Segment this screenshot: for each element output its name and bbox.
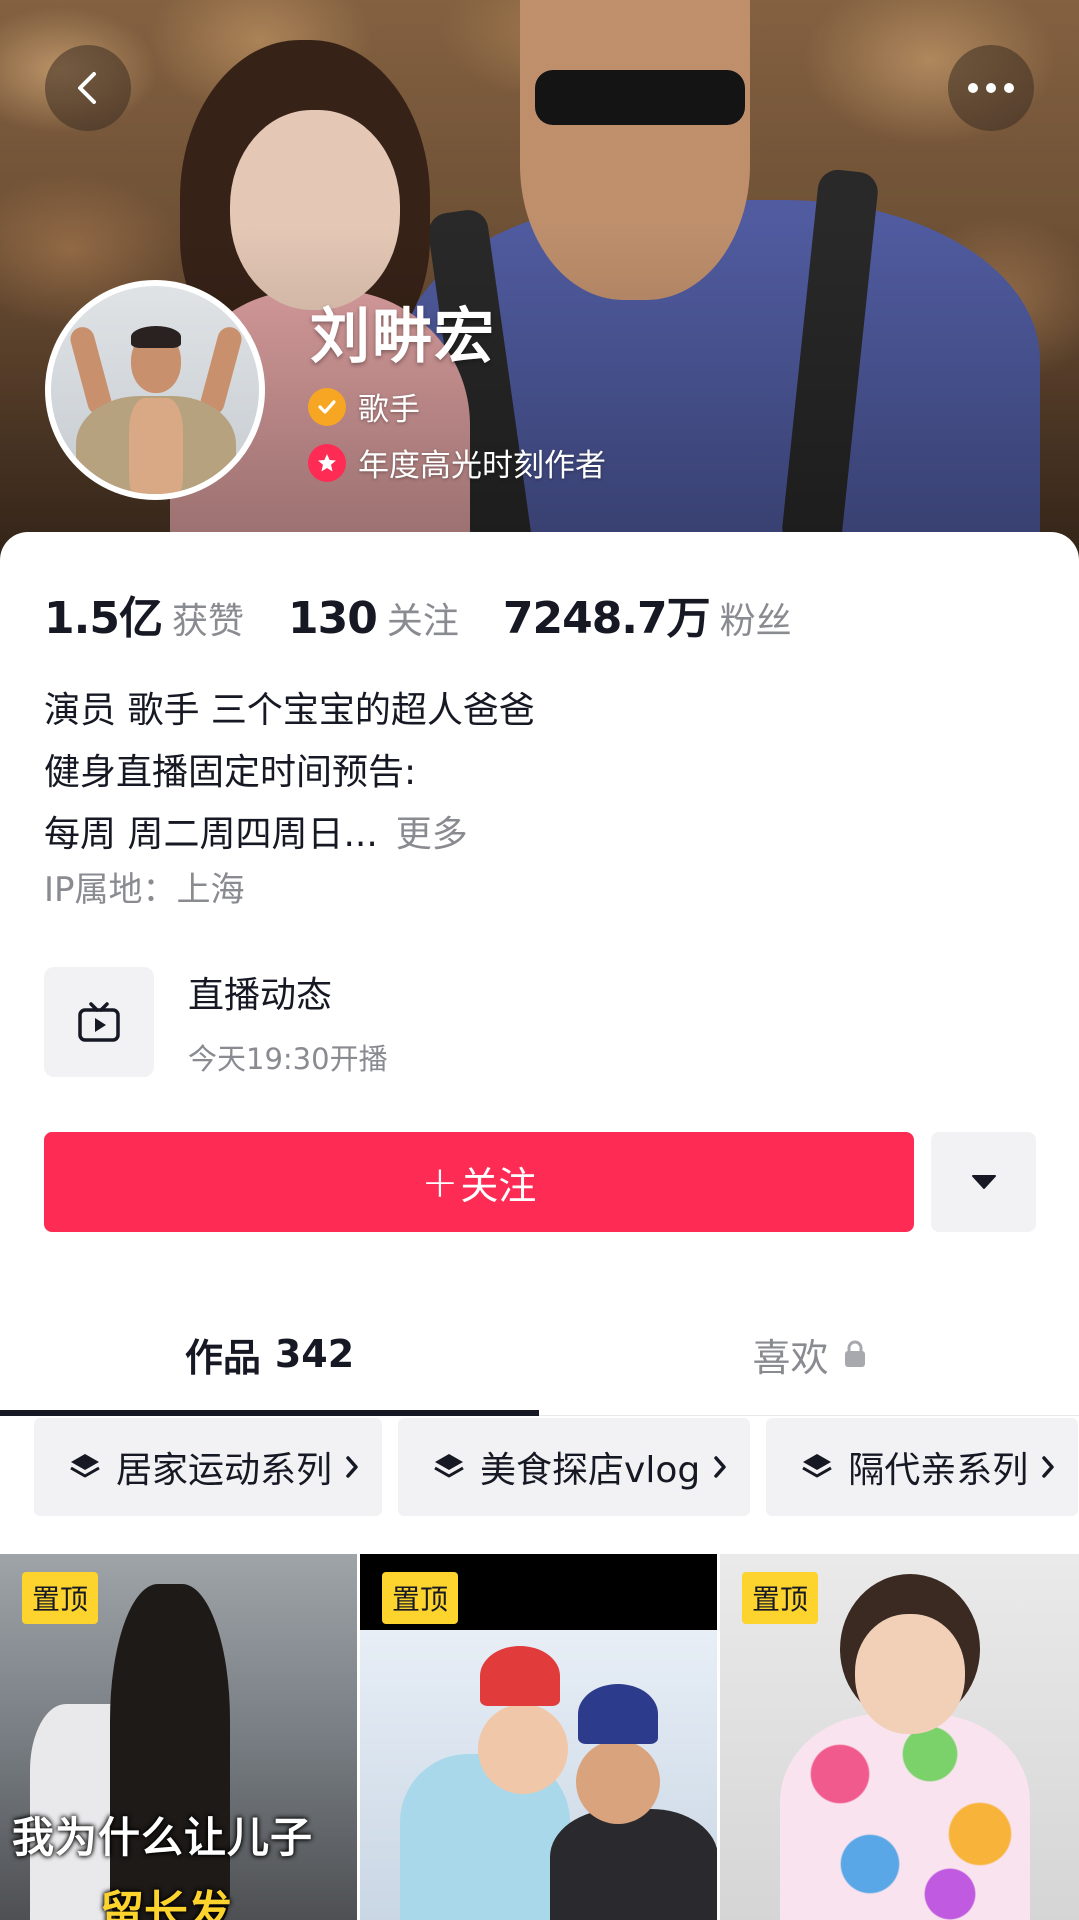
live-text: 直播动态 今天19:30开播 — [188, 966, 388, 1078]
tab-likes[interactable]: 喜欢 — [540, 1292, 1079, 1416]
collection-chip[interactable]: 隔代亲系列 — [766, 1418, 1079, 1516]
plus-icon: + — [421, 1156, 459, 1208]
lock-icon — [843, 1339, 867, 1369]
ip-location: IP属地：上海 — [44, 870, 245, 910]
honor-tag-text: 年度高光时刻作者 — [358, 448, 606, 484]
pinned-badge: 置顶 — [382, 1572, 459, 1624]
avatar-photo-hair — [131, 326, 181, 348]
profile-tabs: 作品 342 喜欢 — [0, 1292, 1079, 1416]
thumbnail-photo — [855, 1614, 965, 1734]
avatar-photo-chest — [129, 398, 183, 494]
live-title: 直播动态 — [188, 975, 333, 1016]
collection-chip-label: 美食探店vlog — [480, 1450, 701, 1491]
tab-works-label: 作品 — [184, 1335, 261, 1380]
video-thumbnail[interactable]: 置顶 — [360, 1554, 717, 1920]
bio-more-link[interactable]: 更多 — [396, 814, 468, 855]
thumbnail-photo — [576, 1740, 660, 1824]
thumbnail-photo — [550, 1809, 717, 1920]
live-icon-box — [44, 967, 154, 1077]
video-caption: 我为什么让儿子 — [12, 1813, 314, 1862]
collection-chips: 居家运动系列 美食探店vlog 隔代亲系列 — [34, 1418, 1079, 1518]
video-thumbnail[interactable]: 置顶 — [720, 1554, 1079, 1920]
thumbnail-photo — [780, 1714, 1030, 1920]
bio-line: 健身直播固定时间预告: — [44, 752, 417, 793]
chevron-right-icon — [712, 1454, 728, 1480]
video-grid: 置顶 我为什么让儿子 留长发 置顶 置顶 — [0, 1554, 1079, 1920]
collection-chip-label: 隔代亲系列 — [848, 1450, 1029, 1491]
bio: 演员 歌手 三个宝宝的超人爸爸 健身直播固定时间预告: 每周 周二周四周日...… — [44, 680, 535, 866]
live-subtitle: 今天19:30开播 — [188, 1042, 388, 1076]
bio-line: 每周 周二周四周日... 更多 — [44, 804, 535, 866]
collection-chip-label: 居家运动系列 — [116, 1450, 333, 1491]
avatar[interactable] — [45, 280, 265, 500]
follow-button[interactable]: + 关注 — [44, 1132, 914, 1232]
honor-tag[interactable]: 年度高光时刻作者 — [308, 440, 606, 485]
stat-followers-label: 粉丝 — [719, 601, 792, 642]
more-dots-icon — [968, 83, 1014, 93]
tab-works[interactable]: 作品 342 — [0, 1292, 539, 1416]
video-caption: 留长发 — [100, 1887, 232, 1920]
live-card[interactable]: 直播动态 今天19:30开播 — [44, 966, 388, 1078]
stat-following-label: 关注 — [386, 601, 459, 642]
bio-line-text: 每周 周二周四周日... — [44, 814, 378, 855]
layers-icon — [800, 1450, 834, 1484]
stats-row: 1.5亿 获赞 130 关注 7248.7万 粉丝 — [44, 582, 836, 646]
tab-active-indicator — [0, 1410, 539, 1416]
tv-play-icon — [78, 1002, 120, 1042]
more-button[interactable] — [948, 45, 1034, 131]
pinned-badge: 置顶 — [22, 1572, 99, 1624]
chevron-right-icon — [1040, 1454, 1056, 1480]
collection-chip[interactable]: 居家运动系列 — [34, 1418, 383, 1516]
tab-likes-label: 喜欢 — [752, 1335, 829, 1380]
stat-followers[interactable]: 7248.7万 粉丝 — [503, 582, 792, 646]
chevron-left-icon — [78, 72, 96, 104]
star-icon — [308, 443, 346, 482]
stat-likes-value: 1.5亿 — [44, 593, 163, 644]
video-thumbnail[interactable]: 置顶 我为什么让儿子 留长发 — [0, 1554, 357, 1920]
thumbnail-photo — [480, 1646, 560, 1706]
pinned-badge: 置顶 — [742, 1572, 819, 1624]
tab-works-count: 342 — [274, 1332, 355, 1376]
layers-icon — [432, 1450, 466, 1484]
stat-likes-label: 获赞 — [171, 601, 244, 642]
stat-likes: 1.5亿 获赞 — [44, 582, 244, 646]
verified-tag-text: 歌手 — [358, 392, 420, 428]
stat-following-value: 130 — [287, 593, 378, 644]
profile-sheet: 1.5亿 获赞 130 关注 7248.7万 粉丝 演员 歌手 三个宝宝的超人爸… — [0, 532, 1079, 1920]
layers-icon — [68, 1450, 102, 1484]
thumbnail-photo — [478, 1704, 568, 1794]
back-button[interactable] — [45, 45, 131, 131]
recommend-dropdown-button[interactable] — [931, 1132, 1036, 1232]
chevron-right-icon — [344, 1454, 360, 1480]
follow-button-label: 关注 — [460, 1163, 537, 1208]
stat-followers-value: 7248.7万 — [502, 593, 711, 644]
stat-following[interactable]: 130 关注 — [288, 592, 459, 644]
profile-name: 刘畊宏 — [310, 302, 496, 372]
thumbnail-photo — [110, 1584, 230, 1920]
collection-chip[interactable]: 美食探店vlog — [398, 1418, 751, 1516]
verified-check-icon — [308, 387, 346, 426]
bio-line: 演员 歌手 三个宝宝的超人爸爸 — [44, 690, 535, 731]
verified-tag: 歌手 — [308, 384, 420, 429]
caret-down-icon — [971, 1175, 996, 1189]
thumbnail-photo — [578, 1684, 658, 1744]
